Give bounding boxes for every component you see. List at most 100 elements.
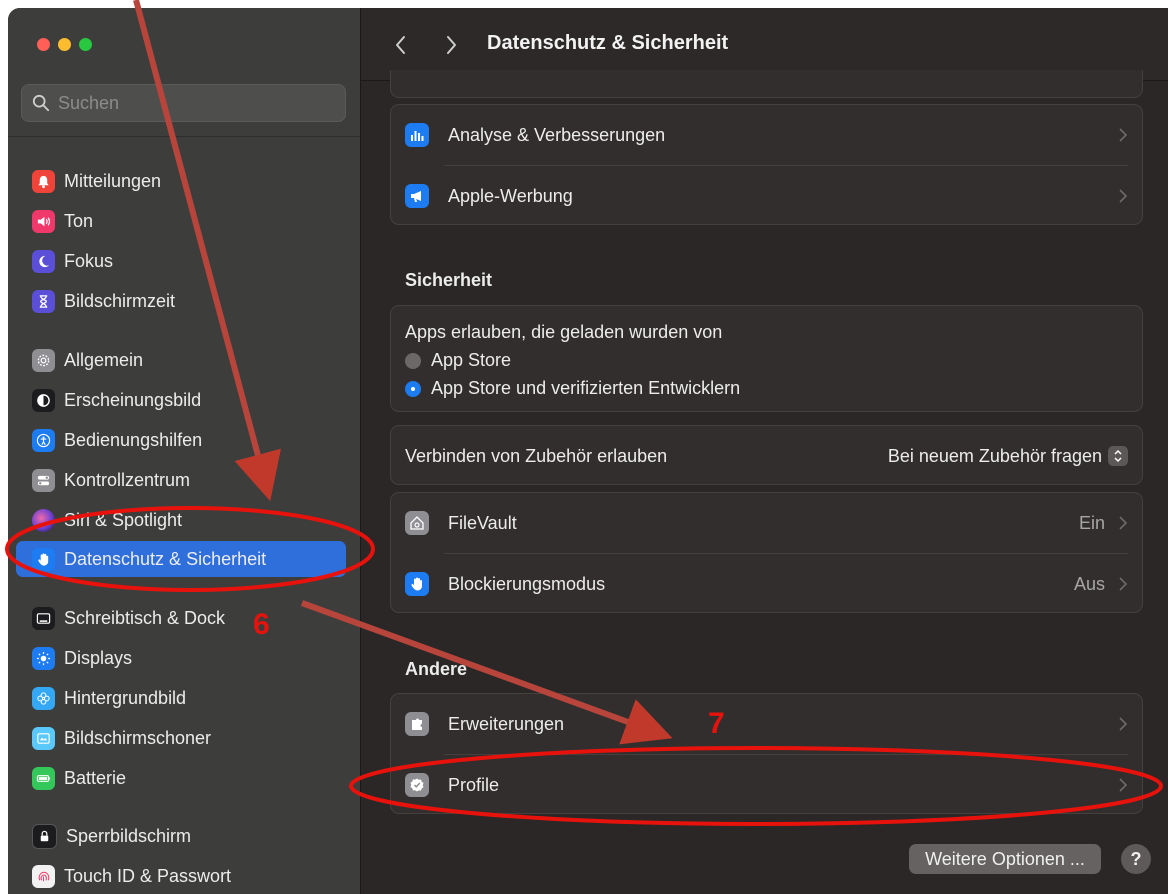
sidebar-item-ton[interactable]: Ton [16, 203, 346, 239]
radio-app-store[interactable]: App Store [405, 350, 511, 371]
sidebar-item-hintergrundbild[interactable]: Hintergrundbild [16, 680, 346, 716]
profiles-row[interactable]: Profile [391, 755, 1142, 815]
sidebar-item-touch-id-passwort[interactable]: Touch ID & Passwort [16, 858, 346, 894]
sidebar-item-label: Schreibtisch & Dock [64, 607, 226, 628]
accessories-value: Bei neuem Zubehör fragen [887, 445, 1102, 466]
search-field[interactable]: Suchen [21, 84, 346, 122]
filevault-row[interactable]: FileVault Ein [391, 493, 1142, 553]
zoom-window-button[interactable] [79, 38, 92, 51]
fingerprint-icon [32, 864, 55, 888]
chevron-right-icon [1119, 717, 1128, 731]
sidebar-item-batterie[interactable]: Batterie [16, 760, 346, 796]
lock-icon [32, 823, 57, 849]
back-chevron-icon[interactable] [391, 32, 411, 58]
more-options-button[interactable]: Weitere Optionen ... [909, 844, 1101, 874]
other-group: Erweiterungen Profile [390, 693, 1143, 814]
radio-button[interactable] [405, 352, 421, 369]
sun-icon [32, 646, 55, 670]
chevron-right-icon [1119, 128, 1128, 142]
sidebar-item-label: Bildschirmschoner [64, 727, 212, 748]
forward-chevron-icon[interactable] [441, 32, 461, 58]
speaker-icon [32, 209, 55, 233]
sidebar-item-siri-spotlight[interactable]: Siri & Spotlight [16, 502, 346, 538]
moon-icon [32, 249, 55, 273]
sidebar-item-label: Hintergrundbild [64, 687, 187, 708]
chevron-right-icon [1119, 778, 1128, 792]
search-icon [32, 94, 50, 112]
sidebar-item-label: Batterie [64, 767, 127, 788]
sidebar-item-label: Fokus [64, 250, 114, 271]
sidebar-item-label: Erscheinungsbild [64, 389, 202, 410]
previous-group-edge [390, 70, 1143, 98]
hourglass-icon [32, 289, 55, 313]
hand-icon [32, 547, 55, 571]
minimize-window-button[interactable] [58, 38, 71, 51]
sidebar-item-label: Siri & Spotlight [64, 509, 183, 530]
radio-app-store-verified[interactable]: App Store und verifizierten Entwicklern [405, 378, 740, 399]
accessories-popup[interactable]: Bei neuem Zubehör fragen [888, 446, 1128, 467]
siri-icon [32, 508, 55, 532]
help-button[interactable]: ? [1121, 844, 1151, 874]
radio-label: App Store und verifizierten Entwicklern [431, 378, 741, 398]
screensaver-icon [32, 726, 55, 750]
sidebar-item-datenschutz-sicherheit[interactable]: Datenschutz & Sicherheit [16, 541, 346, 577]
sidebar-divider [8, 136, 360, 137]
close-window-button[interactable] [37, 38, 50, 51]
puzzle-icon [405, 712, 429, 736]
main-pane: Datenschutz & Sicherheit Analyse & Verbe… [361, 8, 1168, 894]
apps-allowed-label: Apps erlauben, die geladen wurden von [405, 322, 723, 342]
sidebar-item-label: Kontrollzentrum [64, 469, 191, 490]
filevault-value: Ein [1078, 512, 1105, 533]
sidebar-item-label: Sperrbildschirm [66, 825, 192, 846]
sidebar-item-label: Bedienungshilfen [64, 429, 203, 450]
house-lock-icon [405, 511, 429, 535]
extensions-row[interactable]: Erweiterungen [391, 694, 1142, 754]
megaphone-icon [405, 184, 429, 208]
sidebar-item-label: Bildschirmzeit [64, 290, 176, 311]
apple-ads-row[interactable]: Apple-Werbung [391, 166, 1142, 226]
extensions-label: Erweiterungen [448, 713, 565, 734]
sidebar-item-bildschirmschoner[interactable]: Bildschirmschoner [16, 720, 346, 756]
sidebar-item-bedienungshilfen[interactable]: Bedienungshilfen [16, 422, 346, 458]
updown-chevron-icon [1108, 446, 1128, 466]
accessories-group: Verbinden von Zubehör erlauben Bei neuem… [390, 425, 1143, 485]
sidebar-item-fokus[interactable]: Fokus [16, 243, 346, 279]
sidebar-item-label: Allgemein [64, 349, 144, 370]
sidebar-item-mitteilungen[interactable]: Mitteilungen [16, 163, 346, 199]
filevault-group: FileVault Ein Blockierungsmodus Aus [390, 492, 1143, 613]
sidebar-item-allgemein[interactable]: Allgemein [16, 342, 346, 378]
sidebar-item-bildschirmzeit[interactable]: Bildschirmzeit [16, 283, 346, 319]
page-title: Datenschutz & Sicherheit [487, 32, 729, 54]
flower-icon [32, 686, 55, 710]
section-title-security: Sicherheit [405, 270, 493, 290]
profiles-label: Profile [448, 774, 500, 795]
sidebar-item-label: Touch ID & Passwort [64, 865, 232, 886]
accessibility-icon [32, 428, 55, 452]
bell-icon [32, 169, 55, 193]
sidebar-item-sperrbildschirm[interactable]: Sperrbildschirm [16, 818, 346, 854]
dock-icon [32, 606, 55, 630]
analytics-row[interactable]: Analyse & Verbesserungen [391, 105, 1142, 165]
chevron-right-icon [1119, 577, 1128, 591]
accessories-row: Verbinden von Zubehör erlauben Bei neuem… [391, 426, 1142, 486]
sidebar-item-schreibtisch-dock[interactable]: Schreibtisch & Dock [16, 600, 346, 636]
hand-icon [405, 572, 429, 596]
sidebar-item-erscheinungsbild[interactable]: Erscheinungsbild [16, 382, 346, 418]
section-title-other: Andere [405, 659, 468, 679]
gear-icon [32, 348, 55, 372]
sidebar: Suchen Mitteilungen Ton Fokus Bildschirm… [8, 8, 361, 894]
radio-button-selected[interactable] [405, 380, 421, 397]
accessories-label: Verbinden von Zubehör erlauben [405, 445, 668, 466]
toggles-icon [32, 468, 55, 492]
radio-label: App Store [431, 350, 512, 370]
lockdown-mode-row[interactable]: Blockierungsmodus Aus [391, 554, 1142, 614]
appearance-icon [32, 388, 55, 412]
chevron-right-icon [1119, 189, 1128, 203]
sidebar-item-label: Displays [64, 647, 133, 668]
sidebar-item-kontrollzentrum[interactable]: Kontrollzentrum [16, 462, 346, 498]
sidebar-item-displays[interactable]: Displays [16, 640, 346, 676]
badge-check-icon [405, 773, 429, 797]
settings-window: Suchen Mitteilungen Ton Fokus Bildschirm… [8, 8, 1168, 894]
sidebar-item-label: Datenschutz & Sicherheit [64, 548, 267, 569]
traffic-lights [37, 38, 92, 51]
